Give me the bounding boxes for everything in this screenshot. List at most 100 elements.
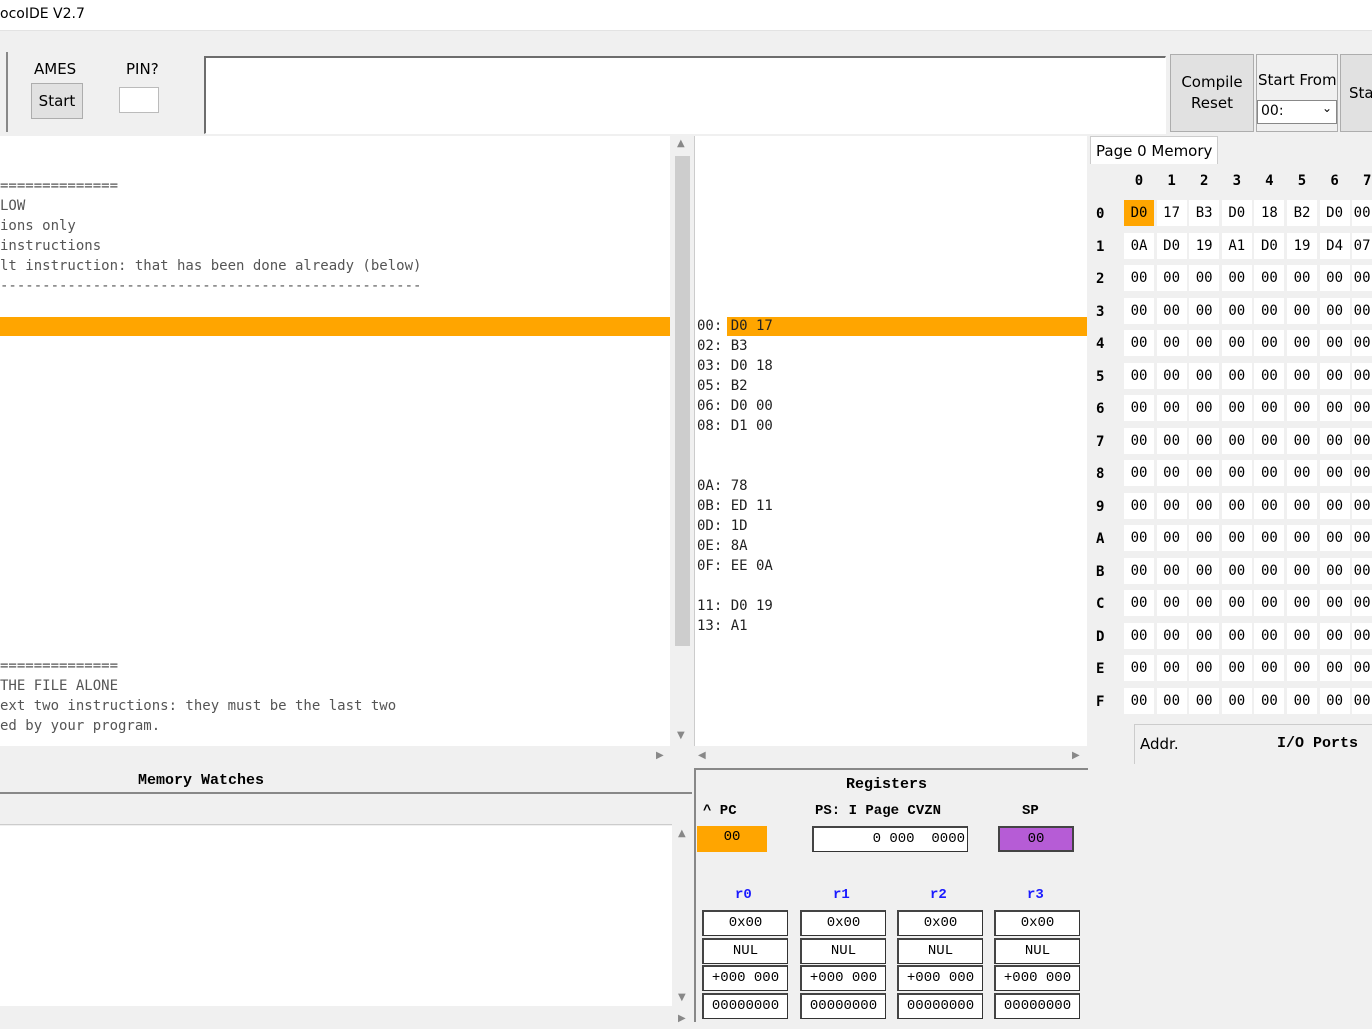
memory-cell[interactable]: 00 (1221, 590, 1252, 616)
memory-cell[interactable]: 00 (1124, 590, 1154, 616)
watches-list[interactable] (0, 826, 672, 1006)
memory-cell[interactable]: 00 (1319, 590, 1350, 616)
memory-cell[interactable]: 00 (1189, 622, 1220, 649)
memory-cell[interactable]: 00 (1352, 297, 1372, 324)
memory-cell[interactable]: 00 (1319, 330, 1350, 356)
memory-cell[interactable]: 00 (1352, 557, 1372, 584)
watches-vscrollbar[interactable]: ▲ ▼ (674, 826, 692, 1008)
memory-cell[interactable]: 00 (1319, 460, 1350, 486)
memory-cell[interactable]: 18 (1254, 200, 1285, 226)
memory-cell[interactable]: 00 (1319, 297, 1350, 324)
memory-cell[interactable]: 00 (1189, 265, 1220, 291)
memory-cell[interactable]: 00 (1124, 330, 1154, 356)
memory-cell[interactable]: 00 (1319, 622, 1350, 649)
memory-cell[interactable]: 00 (1287, 460, 1317, 486)
memory-cell[interactable]: B3 (1189, 200, 1220, 226)
scroll-right-icon-2[interactable]: ▶ (1072, 750, 1080, 761)
memory-cell[interactable]: 00 (1319, 427, 1350, 454)
memory-cell[interactable]: 00 (1287, 557, 1317, 584)
memory-cell[interactable]: 00 (1124, 622, 1154, 649)
memory-cell[interactable]: 00 (1352, 330, 1372, 356)
memory-cell[interactable]: 00 (1254, 297, 1285, 324)
memory-cell[interactable]: 17 (1156, 200, 1187, 226)
register-r2-hex[interactable]: 0x00 (897, 910, 983, 936)
memory-cell[interactable]: 00 (1254, 362, 1285, 389)
memory-cell[interactable]: 00 (1156, 330, 1187, 356)
memory-cell[interactable]: 00 (1254, 395, 1285, 421)
memory-cell[interactable]: 00 (1124, 362, 1154, 389)
memory-cell[interactable]: 00 (1287, 265, 1317, 291)
memory-cell[interactable]: 00 (1352, 200, 1372, 226)
memory-cell[interactable]: 00 (1254, 460, 1285, 486)
start-run-button[interactable]: Sta (1340, 54, 1372, 132)
memory-cell[interactable]: D0 (1221, 200, 1252, 226)
memory-cell[interactable]: A1 (1221, 232, 1252, 259)
memory-cell[interactable]: B2 (1287, 200, 1317, 226)
memory-cell[interactable]: 00 (1221, 265, 1252, 291)
watches-input-bar[interactable] (0, 796, 672, 825)
memory-cell[interactable]: D0 (1156, 232, 1187, 259)
compile-reset-button[interactable]: Compile Reset (1170, 54, 1254, 132)
memory-cell[interactable]: 00 (1254, 265, 1285, 291)
memory-cell[interactable]: 07 (1352, 232, 1372, 259)
memory-cell[interactable]: 00 (1352, 395, 1372, 421)
memory-cell[interactable]: 00 (1319, 362, 1350, 389)
memory-cell[interactable]: 00 (1156, 492, 1187, 519)
memory-cell[interactable]: 00 (1287, 655, 1317, 681)
start-from-select[interactable]: 00: ⌄ (1257, 100, 1337, 124)
watches-scroll-up-icon[interactable]: ▲ (678, 828, 686, 839)
memory-cell[interactable]: 00 (1221, 330, 1252, 356)
memory-cell[interactable]: 00 (1221, 687, 1252, 714)
watches-scroll-right-icon[interactable]: ▶ (678, 1013, 686, 1024)
memory-cell[interactable]: 00 (1124, 395, 1154, 421)
memory-cell[interactable]: 00 (1156, 655, 1187, 681)
register-r0-char[interactable]: NUL (702, 937, 788, 964)
memory-cell[interactable]: 00 (1287, 525, 1317, 551)
memory-cell[interactable]: 00 (1352, 265, 1372, 291)
scroll-right-icon[interactable]: ▶ (656, 750, 664, 761)
memory-cell[interactable]: 00 (1189, 362, 1220, 389)
source-editor[interactable]: ============== LOW ions only instructions lt… (0, 136, 670, 746)
memory-cell[interactable]: 00 (1221, 427, 1252, 454)
register-r2-bin[interactable]: 00000000 (897, 992, 983, 1019)
memory-cell[interactable]: 00 (1156, 460, 1187, 486)
memory-cell[interactable]: 00 (1319, 265, 1350, 291)
memory-cell[interactable]: 00 (1254, 622, 1285, 649)
memory-cell[interactable]: 00 (1319, 687, 1350, 714)
memory-cell[interactable]: 00 (1124, 687, 1154, 714)
register-r1-char[interactable]: NUL (800, 937, 886, 964)
memory-cell[interactable]: 00 (1124, 265, 1154, 291)
memory-cell[interactable]: 00 (1156, 525, 1187, 551)
memory-cell[interactable]: 00 (1287, 622, 1317, 649)
pin-input[interactable] (119, 87, 159, 113)
assembly-hscrollbar[interactable]: ◀ ▶ (694, 748, 1086, 766)
memory-cell[interactable]: 00 (1221, 362, 1252, 389)
memory-cell[interactable]: 00 (1319, 525, 1350, 551)
memory-cell[interactable]: 00 (1287, 590, 1317, 616)
memory-cell[interactable]: 00 (1287, 427, 1317, 454)
memory-cell[interactable]: 00 (1254, 687, 1285, 714)
memory-cell[interactable]: 00 (1156, 297, 1187, 324)
scroll-up-icon[interactable]: ▲ (677, 138, 685, 149)
memory-cell[interactable]: D0 (1319, 200, 1350, 226)
memory-cell[interactable]: 00 (1287, 687, 1317, 714)
memory-cell[interactable]: 00 (1319, 655, 1350, 681)
memory-cell[interactable]: 00 (1221, 557, 1252, 584)
memory-cell[interactable]: 00 (1189, 525, 1220, 551)
memory-cell[interactable]: 00 (1352, 427, 1372, 454)
register-r0-bin[interactable]: 00000000 (702, 992, 788, 1019)
memory-cell[interactable]: 00 (1156, 687, 1187, 714)
memory-cell[interactable]: 00 (1221, 395, 1252, 421)
memory-cell[interactable]: 00 (1124, 492, 1154, 519)
memory-cell[interactable]: 00 (1254, 655, 1285, 681)
memory-cell[interactable]: 00 (1352, 362, 1372, 389)
memory-cell[interactable]: 00 (1319, 395, 1350, 421)
register-r3-char[interactable]: NUL (994, 937, 1080, 964)
register-r3-hex[interactable]: 0x00 (994, 910, 1080, 936)
memory-cell[interactable]: 19 (1287, 232, 1317, 259)
scroll-down-icon[interactable]: ▼ (677, 730, 685, 741)
memory-cell[interactable]: 00 (1254, 557, 1285, 584)
register-r2-char[interactable]: NUL (897, 937, 983, 964)
memory-cell[interactable]: 00 (1189, 655, 1220, 681)
memory-cell[interactable]: 00 (1221, 622, 1252, 649)
